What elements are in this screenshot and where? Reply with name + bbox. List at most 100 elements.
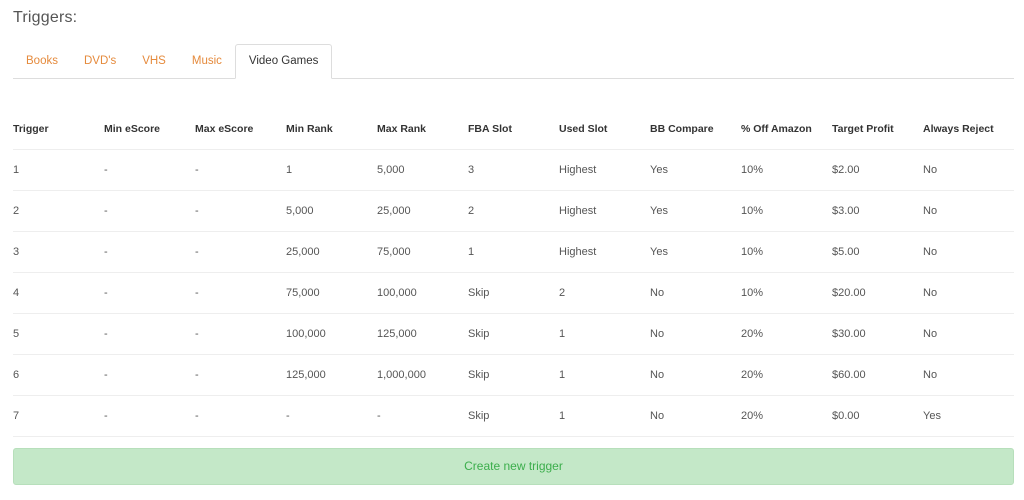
cell-min-escore: - xyxy=(104,231,195,273)
cell-max-rank: 5,000 xyxy=(377,149,468,191)
cell-fba-slot: 2 xyxy=(468,190,559,232)
cell-max-escore: - xyxy=(195,190,286,232)
cell-min-rank: 1 xyxy=(286,149,377,191)
table-row[interactable]: 4 - - 75,000 100,000 Skip 2 No 10% $20.0… xyxy=(13,272,1014,314)
cell-target-profit: $60.00 xyxy=(832,354,923,396)
cell-used-slot: 1 xyxy=(559,395,650,437)
cell-always-reject: Yes xyxy=(923,395,1014,437)
column-header-fba-slot: FBA Slot xyxy=(468,108,559,150)
create-new-trigger-button[interactable]: Create new trigger xyxy=(13,448,1014,485)
cell-min-escore: - xyxy=(104,395,195,437)
table-header-row: Trigger Min eScore Max eScore Min Rank M… xyxy=(13,108,1014,150)
cell-max-escore: - xyxy=(195,313,286,355)
table-row[interactable]: 7 - - - - Skip 1 No 20% $0.00 Yes xyxy=(13,395,1014,437)
cell-always-reject: No xyxy=(923,354,1014,396)
cell-fba-slot: 1 xyxy=(468,231,559,273)
column-header-max-rank: Max Rank xyxy=(377,108,468,150)
cell-trigger: 2 xyxy=(13,190,104,232)
column-header-always-reject: Always Reject xyxy=(923,108,1014,150)
triggers-table: Trigger Min eScore Max eScore Min Rank M… xyxy=(13,108,1014,437)
cell-min-rank: 25,000 xyxy=(286,231,377,273)
cell-max-escore: - xyxy=(195,231,286,273)
cell-target-profit: $3.00 xyxy=(832,190,923,232)
cell-min-escore: - xyxy=(104,190,195,232)
cell-percent-off-amazon: 10% xyxy=(741,231,832,273)
cell-bb-compare: No xyxy=(650,313,741,355)
cell-fba-slot: Skip xyxy=(468,272,559,314)
cell-trigger: 1 xyxy=(13,149,104,191)
cell-trigger: 5 xyxy=(13,313,104,355)
cell-bb-compare: Yes xyxy=(650,149,741,191)
tab-video-games[interactable]: Video Games xyxy=(234,44,333,79)
cell-percent-off-amazon: 20% xyxy=(741,354,832,396)
cell-fba-slot: Skip xyxy=(468,395,559,437)
cell-fba-slot: 3 xyxy=(468,149,559,191)
cell-trigger: 3 xyxy=(13,231,104,273)
cell-min-escore: - xyxy=(104,272,195,314)
tab-dvds[interactable]: DVD's xyxy=(71,45,129,78)
cell-percent-off-amazon: 10% xyxy=(741,190,832,232)
cell-max-escore: - xyxy=(195,395,286,437)
category-tabs: Books DVD's VHS Music Video Games xyxy=(13,44,1014,79)
cell-used-slot: 2 xyxy=(559,272,650,314)
cell-always-reject: No xyxy=(923,313,1014,355)
cell-percent-off-amazon: 10% xyxy=(741,149,832,191)
cell-used-slot: 1 xyxy=(559,313,650,355)
cell-target-profit: $5.00 xyxy=(832,231,923,273)
cell-always-reject: No xyxy=(923,149,1014,191)
cell-trigger: 4 xyxy=(13,272,104,314)
cell-max-rank: 1,000,000 xyxy=(377,354,468,396)
cell-fba-slot: Skip xyxy=(468,354,559,396)
cell-used-slot: Highest xyxy=(559,190,650,232)
cell-bb-compare: No xyxy=(650,354,741,396)
tab-books[interactable]: Books xyxy=(13,45,71,78)
table-row[interactable]: 3 - - 25,000 75,000 1 Highest Yes 10% $5… xyxy=(13,231,1014,273)
column-header-bb-compare: BB Compare xyxy=(650,108,741,150)
column-header-max-escore: Max eScore xyxy=(195,108,286,150)
cell-max-escore: - xyxy=(195,149,286,191)
cell-max-rank: 25,000 xyxy=(377,190,468,232)
cell-target-profit: $30.00 xyxy=(832,313,923,355)
cell-max-rank: - xyxy=(377,395,468,437)
table-row[interactable]: 6 - - 125,000 1,000,000 Skip 1 No 20% $6… xyxy=(13,354,1014,396)
cell-trigger: 7 xyxy=(13,395,104,437)
cell-bb-compare: Yes xyxy=(650,231,741,273)
cell-bb-compare: Yes xyxy=(650,190,741,232)
column-header-min-escore: Min eScore xyxy=(104,108,195,150)
cell-min-escore: - xyxy=(104,354,195,396)
cell-fba-slot: Skip xyxy=(468,313,559,355)
tab-vhs[interactable]: VHS xyxy=(129,45,179,78)
table-row[interactable]: 5 - - 100,000 125,000 Skip 1 No 20% $30.… xyxy=(13,313,1014,355)
cell-min-escore: - xyxy=(104,313,195,355)
cell-target-profit: $0.00 xyxy=(832,395,923,437)
column-header-used-slot: Used Slot xyxy=(559,108,650,150)
cell-percent-off-amazon: 20% xyxy=(741,395,832,437)
cell-min-rank: - xyxy=(286,395,377,437)
cell-min-escore: - xyxy=(104,149,195,191)
cell-used-slot: Highest xyxy=(559,149,650,191)
page-title: Triggers: xyxy=(13,9,78,26)
table-row[interactable]: 1 - - 1 5,000 3 Highest Yes 10% $2.00 No xyxy=(13,149,1014,191)
cell-max-rank: 100,000 xyxy=(377,272,468,314)
cell-target-profit: $20.00 xyxy=(832,272,923,314)
cell-percent-off-amazon: 20% xyxy=(741,313,832,355)
cell-max-escore: - xyxy=(195,272,286,314)
cell-max-rank: 75,000 xyxy=(377,231,468,273)
column-header-target-profit: Target Profit xyxy=(832,108,923,150)
column-header-trigger: Trigger xyxy=(13,108,104,150)
table-row[interactable]: 2 - - 5,000 25,000 2 Highest Yes 10% $3.… xyxy=(13,190,1014,232)
cell-trigger: 6 xyxy=(13,354,104,396)
cell-used-slot: Highest xyxy=(559,231,650,273)
cell-used-slot: 1 xyxy=(559,354,650,396)
cell-percent-off-amazon: 10% xyxy=(741,272,832,314)
tab-music[interactable]: Music xyxy=(179,45,235,78)
cell-min-rank: 100,000 xyxy=(286,313,377,355)
cell-always-reject: No xyxy=(923,190,1014,232)
cell-bb-compare: No xyxy=(650,395,741,437)
cell-max-escore: - xyxy=(195,354,286,396)
column-header-min-rank: Min Rank xyxy=(286,108,377,150)
cell-bb-compare: No xyxy=(650,272,741,314)
cell-max-rank: 125,000 xyxy=(377,313,468,355)
cell-min-rank: 75,000 xyxy=(286,272,377,314)
column-header-percent-off-amazon: % Off Amazon xyxy=(741,108,832,150)
